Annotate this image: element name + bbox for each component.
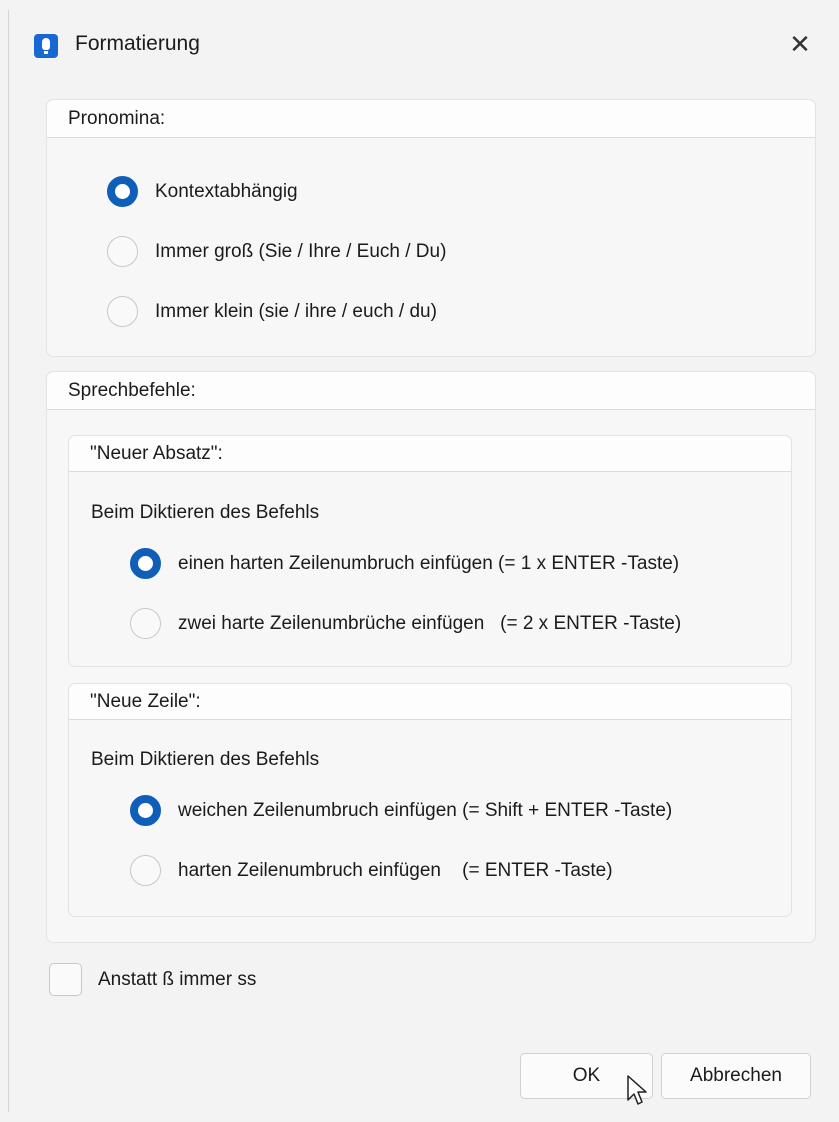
radio-ein-harter-umbruch[interactable]: einen harten Zeilenumbruch einfügen (= 1… (130, 548, 679, 579)
dialog-title: Formatierung (75, 32, 200, 55)
radio-harter-umbruch[interactable]: harten Zeilenumbruch einfügen (= ENTER -… (130, 855, 613, 886)
radio-button[interactable] (107, 236, 138, 267)
radio-button[interactable] (130, 608, 161, 639)
neue-zeile-description: Beim Diktieren des Befehls (91, 749, 320, 770)
neuer-absatz-description: Beim Diktieren des Befehls (91, 502, 320, 523)
title-bar: Formatierung ✕ (9, 10, 832, 80)
neuer-absatz-header: "Neuer Absatz": (69, 436, 791, 472)
radio-kontextabhaengig[interactable]: Kontextabhängig (107, 176, 298, 207)
radio-label: weichen Zeilenumbruch einfügen (= Shift … (178, 799, 673, 821)
radio-label: Immer groß (Sie / Ihre / Euch / Du) (155, 240, 447, 262)
radio-label: zwei harte Zeilenumbrüche einfügen (= 2 … (178, 612, 682, 634)
radio-label: einen harten Zeilenumbruch einfügen (= 1… (178, 552, 680, 574)
radio-button-checked[interactable] (107, 176, 138, 207)
radio-zwei-harte-umbrueche[interactable]: zwei harte Zeilenumbrüche einfügen (= 2 … (130, 608, 681, 639)
ss-checkbox[interactable] (49, 963, 82, 996)
radio-immer-gross[interactable]: Immer groß (Sie / Ihre / Euch / Du) (107, 236, 446, 267)
radio-button[interactable] (130, 855, 161, 886)
radio-label: Immer klein (sie / ihre / euch / du) (155, 300, 437, 322)
ss-checkbox-row[interactable]: Anstatt ß immer ss (49, 963, 256, 996)
radio-label: harten Zeilenumbruch einfügen (= ENTER -… (178, 859, 613, 881)
radio-button[interactable] (107, 296, 138, 327)
pronomina-header: Pronomina: (47, 100, 815, 138)
ss-checkbox-label: Anstatt ß immer ss (98, 968, 257, 990)
sprechbefehle-header: Sprechbefehle: (47, 372, 815, 410)
radio-button-checked[interactable] (130, 548, 161, 579)
radio-label: Kontextabhängig (155, 180, 298, 202)
radio-weicher-umbruch[interactable]: weichen Zeilenumbruch einfügen (= Shift … (130, 795, 672, 826)
close-button[interactable]: ✕ (778, 24, 822, 64)
neue-zeile-header: "Neue Zeile": (69, 684, 791, 720)
cancel-button[interactable]: Abbrechen (661, 1053, 811, 1099)
mouse-cursor-icon (627, 1075, 647, 1105)
radio-immer-klein[interactable]: Immer klein (sie / ihre / euch / du) (107, 296, 437, 327)
microphone-app-icon (34, 34, 58, 58)
radio-button-checked[interactable] (130, 795, 161, 826)
